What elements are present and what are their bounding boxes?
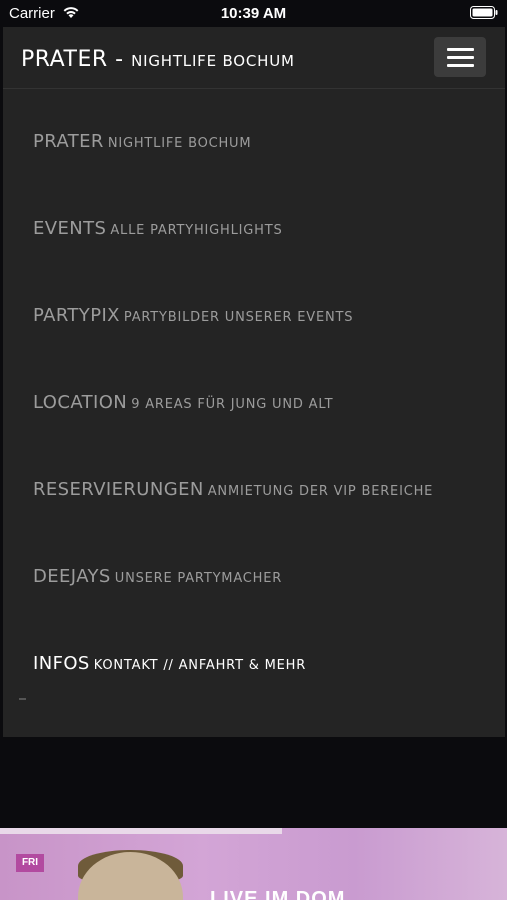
hamburger-icon	[447, 56, 474, 59]
navbar-divider	[3, 88, 505, 89]
menu-item-title: EVENTS	[33, 218, 107, 239]
menu-item-location[interactable]: LOCATION 9 AREAS FÜR JUNG UND ALT	[33, 392, 333, 418]
status-time: 10:39 AM	[220, 5, 287, 22]
menu-item-partypix[interactable]: PARTYPIX PARTYBILDER UNSERER EVENTS	[33, 305, 353, 331]
menu-item-title: INFOS	[33, 653, 90, 674]
navbar: PRATER - NIGHTLIFE BOCHUM PRATER NIGHTLIF…	[3, 27, 505, 737]
menu-toggle-button[interactable]	[434, 37, 486, 77]
menu-item-reservierungen[interactable]: RESERVIERUNGEN ANMIETUNG DER VIP BEREICHE	[33, 479, 433, 505]
hero-day-badge: FRI	[16, 854, 44, 872]
battery-icon	[470, 6, 498, 19]
menu-item-subtitle: PARTYBILDER UNSERER EVENTS	[123, 310, 354, 325]
brand-link[interactable]: PRATER - NIGHTLIFE BOCHUM	[21, 47, 295, 72]
hero-headline: LIVE IM DOM	[210, 888, 346, 900]
menu-item-deejays[interactable]: DEEJAYS UNSERE PARTYMACHER	[33, 566, 282, 592]
menu-item-title: RESERVIERUNGEN	[33, 479, 204, 500]
menu-item-infos[interactable]: INFOS KONTAKT // ANFAHRT & MEHR	[33, 653, 306, 679]
menu-item-title: PARTYPIX	[33, 305, 120, 326]
hamburger-icon	[447, 48, 474, 51]
brand-separator: -	[107, 47, 132, 72]
menu-item-title: DEEJAYS	[33, 566, 111, 587]
menu-item-events[interactable]: EVENTS ALLE PARTYHIGHLIGHTS	[33, 218, 283, 244]
hero-image[interactable]: FRI LIVE IM DOM	[0, 828, 507, 900]
menu-item-subtitle: ANMIETUNG DER VIP BEREICHE	[207, 484, 434, 499]
menu-item-title: PRATER	[33, 131, 104, 152]
brand-tagline: NIGHTLIFE BOCHUM	[131, 52, 295, 70]
brand-name: PRATER	[21, 47, 108, 72]
status-bar: Carrier 10:39 AM	[0, 0, 507, 27]
menu-item-subtitle: 9 AREAS FÜR JUNG UND ALT	[131, 397, 334, 412]
menu-item-subtitle: UNSERE PARTYMACHER	[114, 571, 283, 586]
scroll-indicator	[19, 698, 26, 700]
hamburger-icon	[447, 64, 474, 67]
menu-item-subtitle: NIGHTLIFE BOCHUM	[107, 136, 252, 151]
menu-item-title: LOCATION	[33, 392, 128, 413]
hero-progress-stripe	[0, 828, 282, 834]
menu-item-subtitle: KONTAKT // ANFAHRT & MEHR	[93, 658, 307, 673]
menu-item-subtitle: ALLE PARTYHIGHLIGHTS	[110, 223, 283, 238]
menu-item-prater[interactable]: PRATER NIGHTLIFE BOCHUM	[33, 131, 251, 157]
